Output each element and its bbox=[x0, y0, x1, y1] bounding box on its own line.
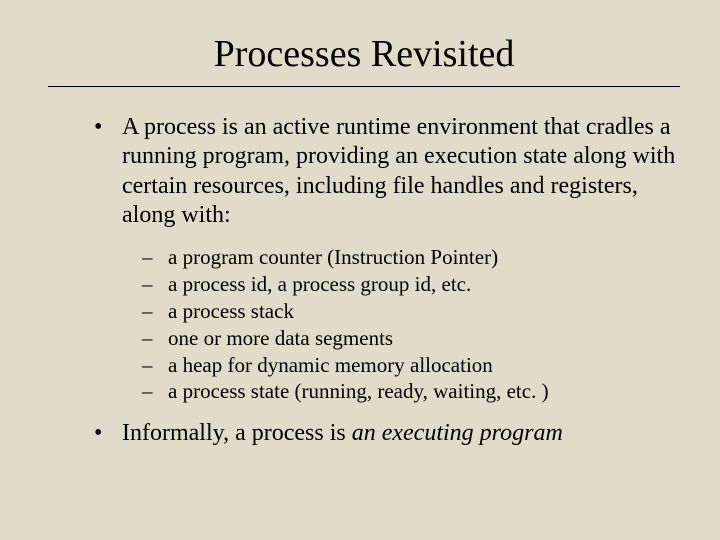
sub-item: a process stack bbox=[142, 298, 680, 325]
bullet-definition: A process is an active runtime environme… bbox=[94, 113, 680, 405]
sub-item: one or more data segments bbox=[142, 325, 680, 352]
bullet-informal-prefix: Informally, a process is bbox=[122, 420, 352, 446]
bullet-informal-emphasis: an executing program bbox=[352, 420, 563, 446]
bullet-informal: Informally, a process is an executing pr… bbox=[94, 419, 680, 448]
sub-item: a heap for dynamic memory allocation bbox=[142, 352, 680, 379]
slide-title: Processes Revisited bbox=[48, 24, 680, 87]
bullet-text: A process is an active runtime environme… bbox=[122, 114, 675, 228]
sub-item: a program counter (Instruction Pointer) bbox=[142, 244, 680, 271]
main-list: A process is an active runtime environme… bbox=[48, 113, 680, 449]
sub-list: a program counter (Instruction Pointer) … bbox=[142, 244, 680, 405]
sub-item: a process state (running, ready, waiting… bbox=[142, 378, 680, 405]
sub-item: a process id, a process group id, etc. bbox=[142, 271, 680, 298]
